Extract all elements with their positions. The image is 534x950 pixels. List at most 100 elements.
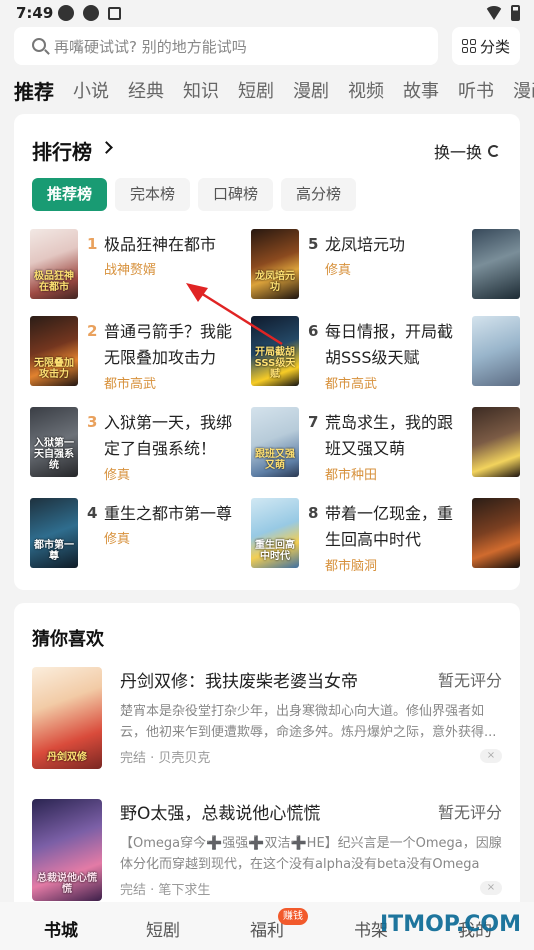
tab-comic[interactable]: 漫画 — [513, 78, 534, 108]
guess-you-like-card: 猜你喜欢 丹剑双修 丹剑双修：我扶废柴老婆当女帝 暂无评分 楚宵本是杂役堂打杂少… — [14, 603, 520, 913]
dismiss-icon[interactable]: × — [480, 881, 502, 895]
ranking-subtabs: 推荐榜 完本榜 口碑榜 高分榜 — [32, 178, 357, 211]
cover-title: 丹剑双修 — [47, 752, 87, 763]
search-icon — [32, 38, 46, 52]
tab-comic-drama[interactable]: 漫剧 — [293, 78, 329, 108]
refresh-button[interactable]: 换一换 — [434, 139, 500, 163]
book-title: 荒岛求生，我的跟班又强又萌 — [325, 413, 454, 458]
tab-recommend[interactable]: 推荐 — [14, 78, 54, 108]
cover-title: 开局截胡SSS级天赋 — [254, 347, 296, 380]
cover-title: 总裁说他心慌慌 — [37, 873, 97, 895]
book-score: 暂无评分 — [437, 803, 502, 822]
subtab-high-score[interactable]: 高分榜 — [281, 178, 357, 211]
rank-number: 4 — [87, 504, 98, 522]
ranking-item[interactable]: 重生回高中时代 8 带着一亿现金，重生回高中时代 都市脑洞 — [251, 498, 471, 574]
ranking-item[interactable] — [472, 229, 520, 301]
clock: 7:49 — [16, 4, 54, 22]
system-icons — [485, 5, 520, 21]
book-cover: 极品狂神在都市 — [30, 229, 78, 299]
rank-number: 3 — [87, 413, 98, 431]
ranking-card: 排行榜 换一换 推荐榜 完本榜 口碑榜 高分榜 极品狂神在都市 1 极品狂神在都… — [14, 114, 520, 590]
book-meta: 完结 · 笔下求生 — [120, 883, 211, 898]
rank-number: 2 — [87, 322, 98, 340]
tab-video[interactable]: 视频 — [348, 78, 384, 108]
book-tag: 战神赘婿 — [104, 263, 157, 278]
ranking-item[interactable] — [472, 407, 520, 479]
guess-title: 猜你喜欢 — [32, 629, 104, 650]
book-cover: 重生回高中时代 — [251, 498, 299, 568]
annotation-arrow — [186, 283, 283, 346]
book-score: 暂无评分 — [437, 671, 502, 690]
subtab-recommend[interactable]: 推荐榜 — [32, 178, 108, 211]
tab-story[interactable]: 故事 — [403, 78, 439, 108]
book-meta: 完结 · 贝壳贝克 — [120, 751, 211, 766]
watermark-text: ITMOP.COM — [380, 912, 521, 937]
rank-number: 7 — [308, 413, 319, 431]
book-title: 龙凤培元功 — [325, 235, 406, 254]
book-cover: 无限叠加攻击力 — [30, 316, 78, 386]
book-title: 极品狂神在都市 — [104, 235, 217, 254]
cover-title: 跟班又强又萌 — [255, 449, 295, 471]
cover-title: 都市第一尊 — [34, 540, 74, 562]
book-cover: 都市第一尊 — [30, 498, 78, 568]
ranking-item[interactable] — [472, 316, 520, 388]
book-cover — [472, 407, 520, 477]
book-tag: 修真 — [104, 532, 131, 547]
book-description: 楚宵本是杂役堂打杂少年，出身寒微却心向大道。修仙界强者如云，他初来乍到便遭欺辱，… — [120, 704, 497, 740]
chevron-right-icon[interactable] — [100, 141, 113, 154]
book-list-item[interactable]: 丹剑双修 丹剑双修：我扶废柴老婆当女帝 暂无评分 楚宵本是杂役堂打杂少年，出身寒… — [32, 667, 502, 771]
tab-knowledge[interactable]: 知识 — [183, 78, 219, 108]
app-notification-icon — [58, 5, 74, 21]
category-button[interactable]: 分类 — [452, 27, 520, 65]
search-placeholder: 再嘴硬试试? 别的地方能试吗 — [54, 38, 247, 56]
book-cover: 丹剑双修 — [32, 667, 102, 769]
battery-icon — [511, 5, 520, 21]
tab-audiobook[interactable]: 听书 — [458, 78, 494, 108]
book-tag: 修真 — [104, 468, 131, 483]
book-title: 每日情报，开局截胡SSS级天赋 — [325, 322, 454, 367]
status-bar: 7:49 — [0, 0, 534, 26]
ranking-item[interactable]: 跟班又强又萌 7 荒岛求生，我的跟班又强又萌 都市种田 — [251, 407, 471, 483]
subtab-completed[interactable]: 完本榜 — [115, 178, 191, 211]
book-description: 【Omega穿今➕强强➕双洁➕HE】纪兴言是一个Omega，因腺体分化而穿越到现… — [120, 836, 502, 872]
book-tag: 都市种田 — [325, 468, 378, 483]
refresh-label: 换一换 — [433, 143, 482, 162]
app-notification-icon — [108, 7, 121, 20]
cover-title: 无限叠加攻击力 — [34, 358, 74, 380]
book-tag: 修真 — [325, 263, 352, 278]
book-cover: 总裁说他心慌慌 — [32, 799, 102, 901]
category-label: 分类 — [479, 37, 510, 56]
tab-novel[interactable]: 小说 — [73, 78, 109, 108]
refresh-icon — [488, 145, 500, 157]
book-tag: 都市脑洞 — [325, 559, 378, 574]
book-cover — [472, 498, 520, 568]
rank-number: 8 — [308, 504, 319, 522]
earn-badge: 赚钱 — [278, 908, 308, 925]
rank-number: 5 — [308, 235, 319, 253]
book-cover: 跟班又强又萌 — [251, 407, 299, 477]
nav-bookstore[interactable]: 书城 — [44, 916, 78, 941]
grid-icon — [461, 39, 476, 53]
tab-classic[interactable]: 经典 — [128, 78, 164, 108]
book-cover — [472, 229, 520, 299]
dismiss-icon[interactable]: × — [480, 749, 502, 763]
cover-title: 入狱第一天自强系统 — [34, 438, 74, 471]
book-list-item[interactable]: 总裁说他心慌慌 野O太强，总裁说他心慌慌 暂无评分 【Omega穿今➕强强➕双洁… — [32, 799, 502, 903]
ranking-item[interactable] — [472, 498, 520, 570]
rank-number: 6 — [308, 322, 319, 340]
ranking-title[interactable]: 排行榜 — [32, 136, 92, 165]
ranking-item[interactable]: 入狱第一天自强系统 3 入狱第一天，我绑定了自强系统！ 修真 — [30, 407, 250, 483]
book-tag: 都市高武 — [325, 377, 378, 392]
cover-title: 极品狂神在都市 — [34, 271, 74, 293]
category-tabs: 推荐 小说 经典 知识 短剧 漫剧 视频 故事 听书 漫画 — [14, 78, 534, 108]
tab-short-drama[interactable]: 短剧 — [238, 78, 274, 108]
book-title: 重生之都市第一尊 — [104, 504, 233, 523]
ranking-item[interactable]: 都市第一尊 4 重生之都市第一尊 修真 — [30, 498, 250, 570]
search-input[interactable]: 再嘴硬试试? 别的地方能试吗 — [14, 27, 438, 65]
app-notification-icon — [83, 5, 99, 21]
subtab-reputation[interactable]: 口碑榜 — [198, 178, 274, 211]
nav-short-drama[interactable]: 短剧 — [146, 916, 180, 941]
book-title: 入狱第一天，我绑定了自强系统！ — [104, 413, 233, 458]
notification-icons — [58, 5, 121, 21]
wifi-icon — [485, 6, 503, 20]
